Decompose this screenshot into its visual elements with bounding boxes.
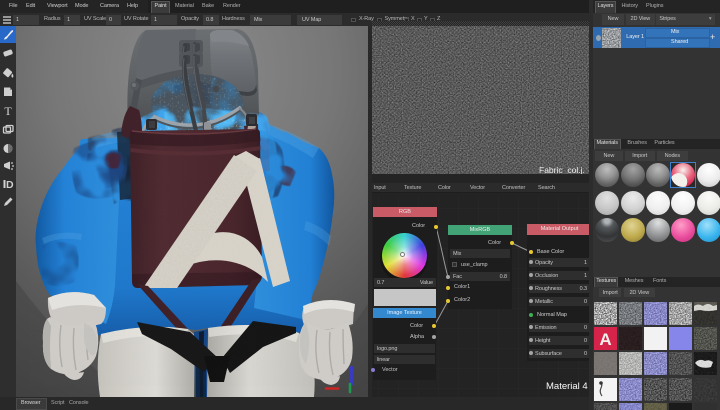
svg-text:A: A bbox=[599, 330, 611, 349]
svg-text:D: D bbox=[6, 179, 14, 191]
svg-text:T: T bbox=[4, 104, 12, 118]
